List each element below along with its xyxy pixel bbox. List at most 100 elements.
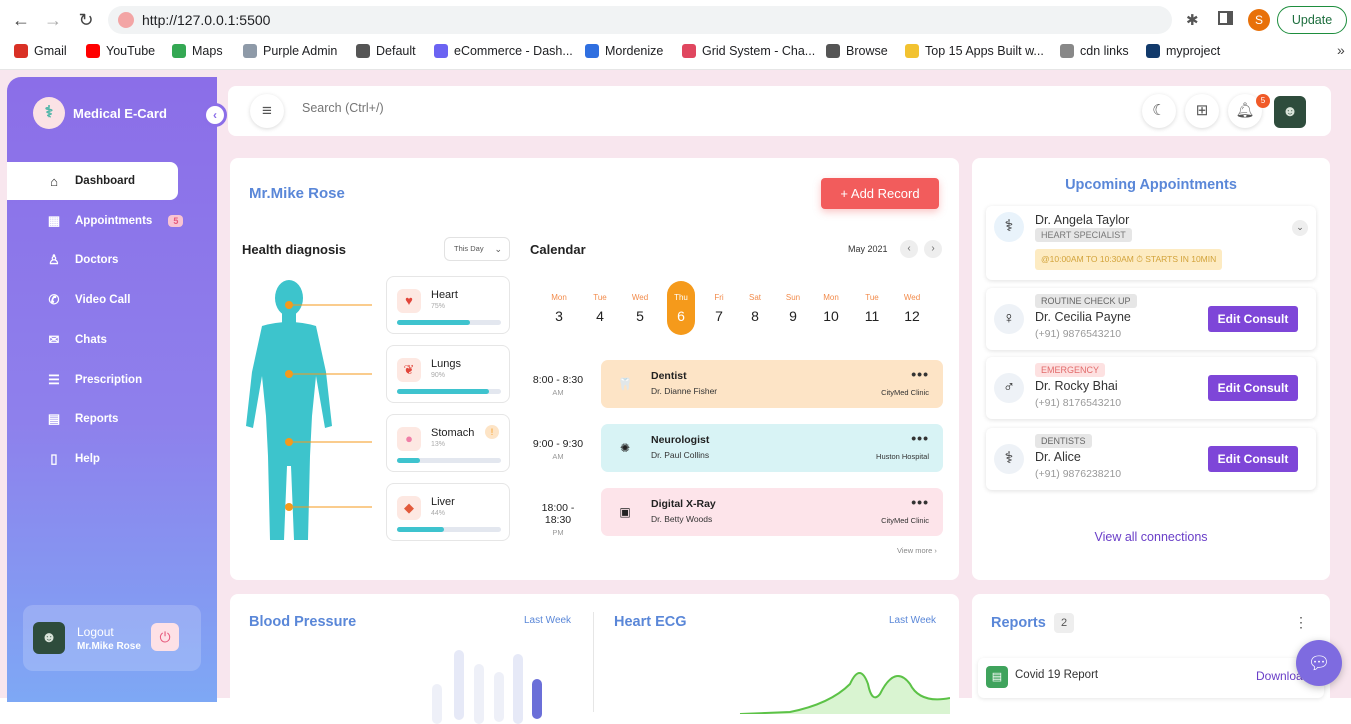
sidebar-item-video-call[interactable]: ✆ Video Call bbox=[7, 281, 217, 319]
calendar-day[interactable]: Sun 9 bbox=[779, 293, 807, 324]
bookmark-item[interactable]: eCommerce - Dash... bbox=[434, 44, 573, 58]
side-panel-icon[interactable] bbox=[1218, 11, 1233, 25]
calendar-day[interactable]: Mon 10 bbox=[817, 293, 845, 324]
report-item[interactable]: ▤ Covid 19 Report Download bbox=[978, 658, 1324, 698]
bookmark-favicon-icon bbox=[682, 44, 696, 58]
weekday-label: Tue bbox=[865, 293, 879, 302]
search-input[interactable] bbox=[302, 101, 702, 115]
calendar-day[interactable]: Mon 3 bbox=[545, 293, 573, 324]
organ-card-liver[interactable]: ◆ Liver 44% bbox=[386, 483, 510, 541]
slot-ampm: AM bbox=[552, 452, 564, 461]
sidebar-item-label: Help bbox=[75, 452, 100, 465]
doctor-tag: DENTISTS bbox=[1035, 434, 1092, 448]
calendar-day[interactable]: Tue 11 bbox=[858, 293, 886, 324]
phone-icon: ✆ bbox=[48, 292, 60, 308]
next-month-icon[interactable]: › bbox=[924, 240, 942, 258]
more-vertical-icon[interactable]: ⋮ bbox=[1294, 614, 1308, 631]
appointment-slot[interactable]: ✺ Neurologist Dr. Paul Collins Huston Hospi… bbox=[601, 424, 943, 472]
power-icon[interactable]: ⏻ bbox=[151, 623, 179, 651]
calendar-month: May 2021 bbox=[848, 244, 888, 254]
weekday-label: Wed bbox=[903, 293, 921, 302]
calendar-day[interactable]: Sat 8 bbox=[741, 293, 769, 324]
organ-progress-fill bbox=[397, 320, 470, 325]
view-all-connections-link[interactable]: View all connections bbox=[972, 530, 1330, 544]
sidebar-item-doctors[interactable]: ♙ Doctors bbox=[7, 241, 217, 279]
brand-logo-icon: ⚕ bbox=[33, 97, 65, 129]
edit-consult-button[interactable]: Edit Consult bbox=[1208, 446, 1298, 472]
view-more-link[interactable]: View more › bbox=[897, 546, 937, 555]
sidebar-item-appointments[interactable]: ▦ Appointments 5 bbox=[7, 202, 217, 240]
back-arrow-icon[interactable]: ← bbox=[10, 9, 32, 31]
appointment-featured[interactable]: ⚕ Dr. Angela Taylor HEART SPECIALIST @10… bbox=[986, 206, 1316, 280]
url-text[interactable]: http://127.0.0.1:5500 bbox=[142, 12, 270, 28]
edit-consult-button[interactable]: Edit Consult bbox=[1208, 375, 1298, 401]
update-button[interactable]: Update bbox=[1277, 6, 1347, 34]
bookmark-label: Top 15 Apps Built w... bbox=[925, 44, 1044, 58]
calendar-day[interactable]: Tue 4 bbox=[586, 293, 614, 324]
bookmarks-more-icon[interactable]: » bbox=[1337, 42, 1345, 58]
ecg-range[interactable]: Last Week bbox=[889, 615, 936, 626]
bookmark-item[interactable]: Mordenize bbox=[585, 44, 663, 58]
bookmark-item[interactable]: myproject bbox=[1146, 44, 1220, 58]
user-avatar[interactable]: ☻ bbox=[1274, 96, 1306, 128]
dark-mode-icon[interactable]: ☾ bbox=[1142, 94, 1176, 128]
collapse-sidebar-button[interactable]: ‹ bbox=[203, 103, 227, 127]
sidebar-item-reports[interactable]: ▤ Reports bbox=[7, 400, 217, 438]
bookmark-item[interactable]: Default bbox=[356, 44, 416, 58]
slot-clinic: CityMed Clinic bbox=[881, 388, 929, 397]
bookmark-item[interactable]: Gmail bbox=[14, 44, 67, 58]
reload-icon[interactable]: ↻ bbox=[75, 9, 97, 31]
slot-time-range: 8:00 - 8:30 bbox=[532, 374, 584, 386]
appointment-slot[interactable]: ▣ Digital X-Ray Dr. Betty Woods CityMed Cli… bbox=[601, 488, 943, 536]
appointment-item[interactable]: ⚕ DENTISTS Dr. Alice (+91) 9876238210 Edit C… bbox=[986, 428, 1316, 490]
bookmark-item[interactable]: Browse bbox=[826, 44, 888, 58]
sidebar-item-prescription[interactable]: ☰ Prescription bbox=[7, 361, 217, 399]
bp-bar bbox=[494, 672, 504, 722]
slot-time-range: 9:00 - 9:30 bbox=[532, 438, 584, 450]
chat-fab-icon[interactable]: 💬︎ bbox=[1296, 640, 1342, 686]
more-horizontal-icon[interactable]: ••• bbox=[911, 494, 929, 510]
bookmark-item[interactable]: Purple Admin bbox=[243, 44, 337, 58]
logout-panel[interactable]: ☻ Logout Mr.Mike Rose ⏻ bbox=[23, 605, 201, 671]
vitals-card: Blood Pressure Last Week Heart ECG Last … bbox=[230, 594, 959, 724]
sidebar-item-label: Dashboard bbox=[75, 175, 136, 187]
sidebar-item-chats[interactable]: ✉ Chats bbox=[7, 321, 217, 359]
appointment-item[interactable]: ♀ ROUTINE CHECK UP Dr. Cecilia Payne (+91) … bbox=[986, 288, 1316, 350]
organ-card-heart[interactable]: ♥ Heart 75% bbox=[386, 276, 510, 334]
organ-card-stomach[interactable]: ● Stomach 13%! bbox=[386, 414, 510, 472]
chevron-down-icon[interactable]: ⌄ bbox=[1292, 220, 1308, 236]
calendar-day[interactable]: Wed 5 bbox=[626, 293, 654, 324]
calendar-day[interactable]: Wed 12 bbox=[898, 293, 926, 324]
sidebar-item-dashboard[interactable]: ⌂ Dashboard bbox=[7, 162, 178, 200]
bookmark-item[interactable]: Grid System - Cha... bbox=[682, 44, 815, 58]
bookmark-item[interactable]: YouTube bbox=[86, 44, 155, 58]
more-horizontal-icon[interactable]: ••• bbox=[911, 430, 929, 446]
apps-grid-icon[interactable]: ⊞ bbox=[1185, 94, 1219, 128]
calendar-day[interactable]: Fri 7 bbox=[705, 293, 733, 324]
report-name: Covid 19 Report bbox=[1015, 669, 1099, 681]
slot-doctor: Dr. Dianne Fisher bbox=[651, 386, 718, 396]
sidebar-item-help[interactable]: ▯ Help bbox=[7, 440, 217, 478]
prev-month-icon[interactable]: ‹ bbox=[900, 240, 918, 258]
calendar-day[interactable]: Thu 6 bbox=[667, 281, 695, 335]
bp-bar bbox=[432, 684, 442, 724]
menu-icon[interactable]: ≡ bbox=[250, 94, 284, 128]
bookmark-item[interactable]: cdn links bbox=[1060, 44, 1129, 58]
organ-card-lungs[interactable]: ❦ Lungs 90% bbox=[386, 345, 510, 403]
brand[interactable]: ⚕ Medical E-Card bbox=[33, 97, 167, 129]
profile-avatar[interactable]: S bbox=[1248, 9, 1270, 31]
appointment-item[interactable]: ♂ EMERGENCY Dr. Rocky Bhai (+91) 8176543210… bbox=[986, 357, 1316, 419]
extensions-icon[interactable]: ✱ bbox=[1186, 11, 1199, 29]
edit-consult-button[interactable]: Edit Consult bbox=[1208, 306, 1298, 332]
bp-range[interactable]: Last Week bbox=[524, 615, 571, 626]
appointment-slot[interactable]: 🦷 Dentist Dr. Dianne Fisher CityMed Clinic •… bbox=[601, 360, 943, 408]
calendar-title: Calendar bbox=[530, 242, 586, 257]
diagnosis-filter-select[interactable]: This Day ⌄ bbox=[444, 237, 510, 261]
patient-card: Mr.Mike Rose + Add Record Health diagnos… bbox=[230, 158, 959, 580]
forward-arrow-icon[interactable]: → bbox=[42, 9, 64, 31]
more-horizontal-icon[interactable]: ••• bbox=[911, 366, 929, 382]
bookmark-item[interactable]: Top 15 Apps Built w... bbox=[905, 44, 1044, 58]
add-record-button[interactable]: + Add Record bbox=[821, 178, 939, 209]
bookmark-item[interactable]: Maps bbox=[172, 44, 223, 58]
weekday-label: Thu bbox=[674, 293, 688, 302]
